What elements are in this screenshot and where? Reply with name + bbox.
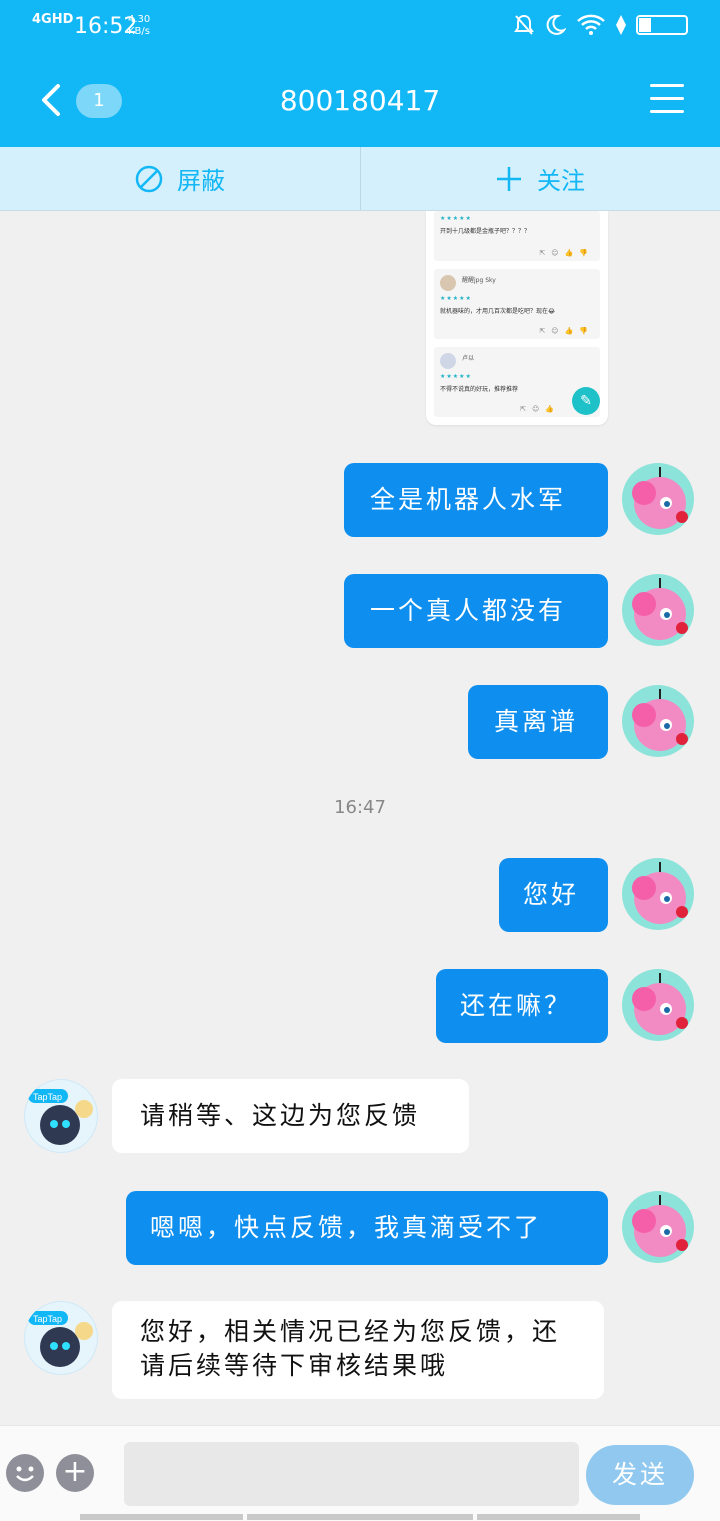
chat-title: 800180417 <box>279 84 441 117</box>
avatar[interactable]: TapTap <box>24 1301 98 1375</box>
message-row: TapTap 请稍等、这边为您反馈 <box>0 1079 720 1157</box>
chat-header: 1 800180417 <box>0 58 720 147</box>
nav-indicator <box>247 1514 473 1520</box>
avatar[interactable]: TapTap <box>24 1079 98 1153</box>
network-speed-value: 4.30 <box>128 14 151 25</box>
message-row: 真离谱 <box>0 685 720 761</box>
battery-icon: 27 <box>636 15 688 35</box>
taptap-avatar-icon: TapTap <box>25 1080 97 1152</box>
block-label: 屏蔽 <box>177 167 225 195</box>
input-bar: + 发送 <box>0 1425 720 1521</box>
pony-avatar-icon <box>632 578 688 640</box>
avatar[interactable] <box>622 463 694 535</box>
charging-icon <box>616 15 626 35</box>
message-bubble-mine[interactable]: 还在嘛？ <box>436 969 608 1043</box>
review-actions-icon: ⇱☺👍 <box>520 405 560 413</box>
pony-avatar-icon <box>632 862 688 924</box>
avatar[interactable] <box>622 969 694 1041</box>
reviewer-name: 醒醒jpg Sky <box>462 277 496 284</box>
message-bubble-mine[interactable]: 一个真人都没有 <box>344 574 608 648</box>
nav-indicator <box>80 1514 243 1520</box>
mute-icon <box>514 14 534 35</box>
avatar[interactable] <box>622 685 694 757</box>
message-bubble-mine[interactable]: 真离谱 <box>468 685 608 759</box>
chat-messages[interactable]: ★★★★★ 开到十几级都是金瓶子吧？？？？ ⇱☺👍👎 醒醒jpg Sky ★★★… <box>0 211 720 1425</box>
message-row: 嗯嗯，快点反馈，我真滴受不了 <box>0 1191 720 1267</box>
avatar[interactable] <box>622 574 694 646</box>
reviewer-avatar <box>440 353 456 369</box>
nav-indicator <box>477 1514 640 1520</box>
message-bubble-other[interactable]: 请稍等、这边为您反馈 <box>112 1079 469 1153</box>
battery-level: 27 <box>652 18 669 32</box>
pony-avatar-icon <box>632 1195 688 1257</box>
review-text: 不得不说真的好玩，推荐推荐 <box>440 386 519 393</box>
review-stars: ★★★★★ <box>440 373 472 380</box>
network-indicator: 4GHD <box>32 12 74 27</box>
network-speed: 4.30 KB/s <box>128 14 150 38</box>
review-card: ★★★★★ 开到十几级都是金瓶子吧？？？？ ⇱☺👍👎 <box>434 211 600 261</box>
block-button[interactable]: 屏蔽 <box>0 147 360 210</box>
svg-text:TapTap: TapTap <box>33 1092 62 1102</box>
message-row: 一个真人都没有 <box>0 574 720 650</box>
message-bubble-other[interactable]: 您好，相关情况已经为您反馈，还请后续等待下审核结果哦 <box>112 1301 604 1399</box>
plus-icon <box>497 166 521 191</box>
review-card: 醒醒jpg Sky ★★★★★ 就机器味的，才用几百次都是吃吧？现在😂 ⇱☺👍👎 <box>434 269 600 339</box>
review-stars: ★★★★★ <box>440 295 472 302</box>
follow-label: 关注 <box>537 167 585 195</box>
message-row: 还在嘛？ <box>0 969 720 1045</box>
block-icon <box>135 165 163 192</box>
emoji-icon[interactable] <box>6 1454 44 1492</box>
pony-avatar-icon <box>632 689 688 751</box>
message-row: 全是机器人水军 <box>0 463 720 539</box>
message-bubble-mine[interactable]: 您好 <box>499 858 608 932</box>
message-timestamp: 16:47 <box>334 797 386 818</box>
message-input[interactable] <box>124 1442 579 1506</box>
avatar[interactable] <box>622 1191 694 1263</box>
svg-text:TapTap: TapTap <box>33 1314 62 1324</box>
reviewer-name: 卢以 <box>462 355 475 362</box>
wifi-icon <box>577 14 605 35</box>
avatar[interactable] <box>622 858 694 930</box>
menu-icon[interactable] <box>650 84 684 114</box>
image-message[interactable]: ★★★★★ 开到十几级都是金瓶子吧？？？？ ⇱☺👍👎 醒醒jpg Sky ★★★… <box>426 211 608 425</box>
status-icons: 27 <box>514 14 688 36</box>
message-bubble-mine[interactable]: 嗯嗯，快点反馈，我真滴受不了 <box>126 1191 608 1265</box>
message-row: 您好 <box>0 858 720 934</box>
review-text: 就机器味的，才用几百次都是吃吧？现在😂 <box>440 308 556 315</box>
review-actions-icon: ⇱☺👍👎 <box>539 327 594 335</box>
message-bubble-mine[interactable]: 全是机器人水军 <box>344 463 608 537</box>
pen-icon: ✎ <box>572 387 600 415</box>
pony-avatar-icon <box>632 467 688 529</box>
status-bar: 4GHD 16:52 4.30 KB/s 27 <box>0 0 720 58</box>
send-button[interactable]: 发送 <box>586 1445 694 1505</box>
follow-button[interactable]: 关注 <box>360 147 720 210</box>
review-stars: ★★★★★ <box>440 215 472 222</box>
message-row: TapTap 您好，相关情况已经为您反馈，还请后续等待下审核结果哦 <box>0 1301 720 1401</box>
plus-circle-icon[interactable]: + <box>56 1454 94 1492</box>
action-bar: 屏蔽 关注 <box>0 147 720 211</box>
reviewer-avatar <box>440 275 456 291</box>
review-text: 开到十几级都是金瓶子吧？？？？ <box>440 228 531 235</box>
pony-avatar-icon <box>632 973 688 1035</box>
moon-icon <box>546 14 566 35</box>
review-actions-icon: ⇱☺👍👎 <box>539 249 594 257</box>
network-speed-unit: KB/s <box>128 26 150 37</box>
taptap-avatar-icon: TapTap <box>25 1302 97 1374</box>
